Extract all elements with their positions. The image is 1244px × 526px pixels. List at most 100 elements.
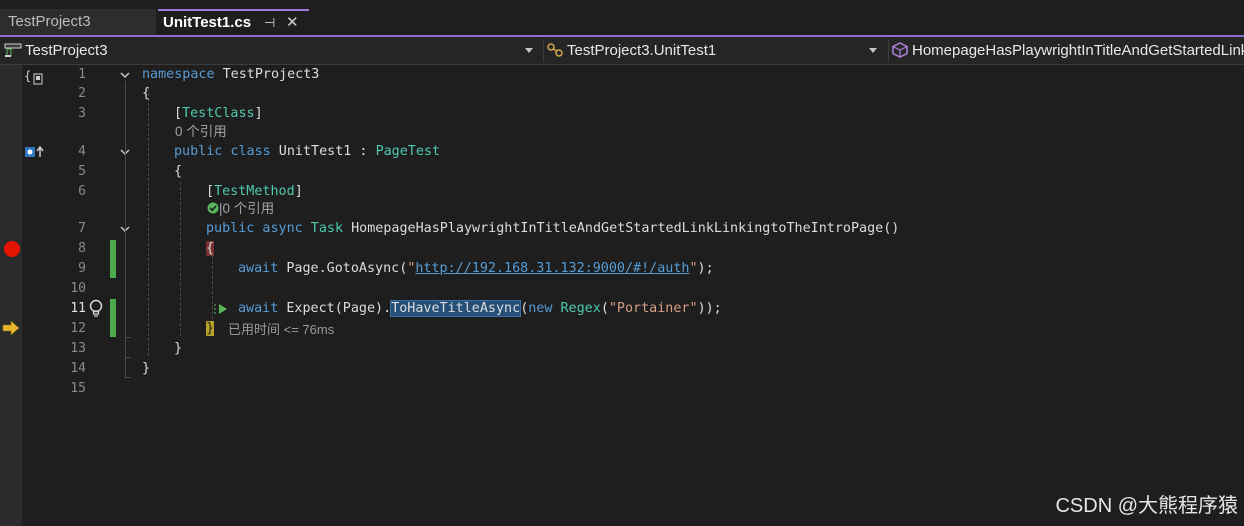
type-name: Task [302,221,344,236]
line-number: 12 [70,321,86,336]
outline-line [125,158,126,159]
chevron-down-icon [869,48,877,53]
indicator-margin[interactable] [0,65,22,526]
code-line-5[interactable]: { [174,162,182,182]
code-line-11[interactable]: await Expect(Page).ToHaveTitleAsync(new … [238,299,722,319]
breakpoint-icon[interactable] [3,240,21,258]
code-line-13[interactable]: } [174,339,182,359]
line-number: 1 [78,67,86,82]
test-pass-icon[interactable] [207,202,219,214]
execution-arrow-icon[interactable] [2,320,21,336]
string-literal: "Portainer" [608,301,698,316]
navigation-bar: TestProject3 TestProject3.UnitTest1 Home… [0,37,1244,65]
code-line-4[interactable]: public class UnitTest1 : PageTest [174,142,440,162]
indent-guide [148,88,149,356]
keyword: async [254,221,303,236]
outline-line [125,377,131,378]
type-name: Regex [552,301,601,316]
code-line-3[interactable]: [TestClass] [174,104,263,124]
outline-line [125,337,131,338]
class-icon [547,43,563,57]
fold-chevron-icon[interactable] [119,69,131,81]
close-icon[interactable]: ✕ [286,11,299,35]
attribute: TestClass [182,106,255,121]
code-line-9[interactable]: await Page.GotoAsync( "http://192.168.31.… [238,259,714,279]
chevron-down-icon [525,48,533,53]
pin-icon[interactable]: ⊣ [264,11,275,35]
keyword: namespace [142,67,215,82]
url-link[interactable]: http://192.168.31.132:9000/#!/auth [415,261,689,276]
indent-guide [180,182,181,336]
document-tab-bar: TestProject3 UnitTest1.cs ⊣ ✕ [0,0,1244,37]
change-indicator [110,299,116,337]
keyword: public [174,144,223,159]
outline-line [125,81,126,378]
bracket: ] [254,106,263,121]
method-cube-icon [892,42,908,58]
lightbulb-icon[interactable] [88,299,104,318]
code-line-1[interactable]: namespace TestProject3 [142,65,319,85]
line-number: 4 [78,144,86,159]
line-number: 13 [70,341,86,356]
class-label: TestProject3.UnitTest1 [567,42,717,59]
line-number: 15 [70,381,86,396]
line-number: 5 [78,164,86,179]
outline-line [125,357,131,358]
line-number: 10 [70,281,86,296]
bracket: ] [294,184,303,199]
line-number-current: 11 [70,301,86,316]
brace: { [174,164,183,179]
line-number: 8 [78,241,86,256]
class-dropdown[interactable]: TestProject3.UnitTest1 [543,39,882,62]
member-dropdown[interactable]: HomepageHasPlaywrightInTitleAndGetStarte… [888,39,1244,62]
brace: } [174,341,183,356]
keyword: await [238,301,279,316]
keyword: class [222,144,271,159]
codelens-references[interactable]: |0 个引用 [219,201,274,216]
codelens-tests[interactable]: |0 个引用 [207,200,274,218]
code-line-8[interactable]: { [206,239,215,259]
selected-text[interactable]: ToHaveTitleAsync [390,300,522,317]
keyword: new [528,301,553,316]
line-number: 2 [78,86,86,101]
code-line-2[interactable]: { [142,84,150,104]
punctuation: ); [697,261,714,276]
identifier: UnitTest1 : [270,144,376,159]
code-editor[interactable]: { 1 2 3 4 5 6 7 8 9 10 11 12 13 14 15 na… [0,65,1244,526]
method-name: HomepageHasPlaywrightInTitleAndGetStarte… [343,221,900,236]
identifier: TestProject3 [214,67,320,82]
brace: } [142,361,151,376]
keyword: await [238,261,279,276]
bracket: [ [174,106,183,121]
tab-unittest1[interactable]: UnitTest1.cs ⊣ ✕ [158,9,309,35]
punctuation: ( [600,301,609,316]
code-line-6[interactable]: [TestMethod] [206,182,303,202]
brace: } [206,321,215,336]
code-line-12[interactable]: } [206,319,215,339]
test-run-icon[interactable] [212,303,232,315]
tab-testproject3[interactable]: TestProject3 [0,9,156,35]
line-number: 9 [78,261,86,276]
code-line-7[interactable]: public async Task HomepageHasPlaywrightI… [206,219,899,239]
member-label: HomepageHasPlaywrightInTitleAndGetStarte… [912,42,1244,59]
line-number: 14 [70,361,86,376]
identifier: Page.GotoAsync( [278,261,408,276]
change-indicator [110,240,116,278]
line-number: 3 [78,106,86,121]
codelens-references[interactable]: 0 个引用 [175,123,227,141]
line-number: 6 [78,184,86,199]
tab-label: TestProject3 [8,13,91,30]
type-name: PageTest [375,144,441,159]
implementation-icon[interactable] [24,145,46,159]
code-map-icon[interactable]: { [24,68,46,86]
perf-tip[interactable]: 已用时间 <= 76ms [228,321,334,339]
tab-label: UnitTest1.cs [163,14,252,31]
project-dropdown[interactable]: TestProject3 [4,39,536,62]
brace: { [142,86,151,101]
brace: { [206,241,215,256]
project-icon [4,43,22,57]
string-quote: " [689,261,698,276]
bracket: [ [206,184,215,199]
line-number: 7 [78,221,86,236]
code-line-14[interactable]: } [142,359,150,379]
